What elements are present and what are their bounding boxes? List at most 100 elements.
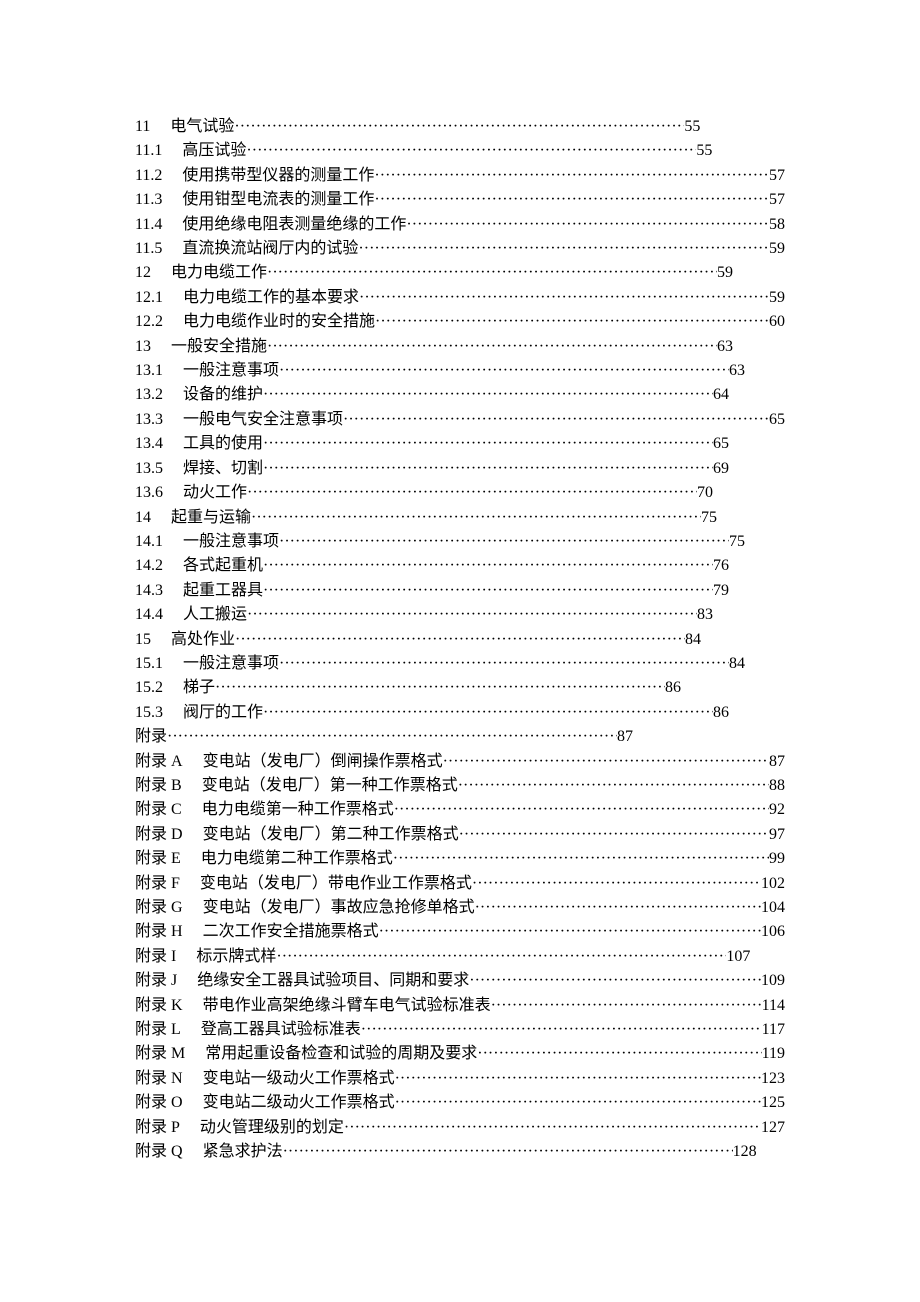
toc-leader-dots: ········································… (246, 139, 696, 163)
toc-entry: 12.1电力电缆工作的基本要求·························… (135, 286, 785, 310)
toc-entry-number: 13.6 (135, 481, 163, 505)
toc-entry-page: 114 (762, 994, 785, 1018)
toc-entry-title: 常用起重设备检查和试验的周期及要求 (205, 1042, 477, 1066)
toc-entry: 15.1一般注意事项······························… (135, 652, 785, 676)
toc-leader-dots: ········································… (283, 1140, 733, 1164)
toc-entry-title: 直流换流站阀厅内的试验 (182, 237, 358, 261)
toc-entry-number: 15.2 (135, 676, 163, 700)
toc-entry-page: 107 (726, 945, 750, 969)
toc-entry-number: 14.1 (135, 530, 163, 554)
toc-leader-dots: ········································… (469, 969, 761, 993)
toc-entry-title: 阀厅的工作 (183, 701, 263, 725)
toc-entry-page: 59 (769, 237, 785, 261)
toc-page: 11电气试验··································… (0, 0, 920, 1224)
toc-entry: 附录······································… (135, 725, 785, 749)
toc-entry-number: 附录 M (135, 1042, 185, 1066)
toc-entry-number: 附录 L (135, 1018, 181, 1042)
toc-entry-page: 128 (733, 1140, 757, 1164)
toc-leader-dots: ········································… (394, 798, 769, 822)
toc-entry: 13.6动火工作································… (135, 481, 785, 505)
toc-leader-dots: ········································… (235, 628, 685, 652)
toc-entry-title: 工具的使用 (183, 432, 263, 456)
toc-entry-number: 15 (135, 628, 151, 652)
toc-entry-title: 电力电缆作业时的安全措施 (183, 310, 375, 334)
toc-leader-dots: ········································… (279, 359, 729, 383)
toc-entry-number: 11 (135, 115, 150, 139)
toc-entry-page: 119 (762, 1042, 785, 1066)
toc-entry-page: 84 (729, 652, 745, 676)
toc-leader-dots: ········································… (263, 383, 713, 407)
toc-entry-page: 58 (769, 213, 785, 237)
toc-leader-dots: ········································… (358, 237, 769, 261)
toc-entry-page: 64 (713, 383, 729, 407)
toc-entry: 附录 B变电站（发电厂）第一种工作票格式····················… (135, 774, 785, 798)
toc-entry-number: 14 (135, 506, 151, 530)
toc-entry-title: 电力电缆第二种工作票格式 (201, 847, 393, 871)
toc-entry-number: 附录 (135, 725, 167, 749)
toc-entry-number: 13.2 (135, 383, 163, 407)
toc-leader-dots: ········································… (374, 164, 769, 188)
toc-entry-page: 63 (717, 335, 733, 359)
toc-leader-dots: ········································… (276, 945, 726, 969)
toc-entry: 附录 I标示牌式样·······························… (135, 945, 785, 969)
toc-entry-title: 高压试验 (182, 139, 246, 163)
toc-leader-dots: ········································… (247, 481, 697, 505)
toc-entry-number: 附录 N (135, 1067, 183, 1091)
toc-entry-page: 106 (761, 920, 785, 944)
toc-entry-page: 84 (685, 628, 701, 652)
toc-entry-number: 附录 D (135, 823, 183, 847)
toc-entry-number: 12.1 (135, 286, 163, 310)
toc-entry: 12.2电力电缆作业时的安全措施························… (135, 310, 785, 334)
toc-entry-page: 57 (769, 188, 785, 212)
toc-leader-dots: ········································… (279, 530, 729, 554)
toc-entry: 11.2使用携带型仪器的测量工作························… (135, 164, 785, 188)
toc-entry-number: 15.3 (135, 701, 163, 725)
toc-entry: 11.5直流换流站阀厅内的试验·························… (135, 237, 785, 261)
toc-leader-dots: ········································… (215, 676, 665, 700)
toc-entry-title: 变电站一级动火工作票格式 (203, 1067, 395, 1091)
toc-entry-title: 人工搬运 (183, 603, 247, 627)
toc-entry-title: 电力电缆工作的基本要求 (183, 286, 359, 310)
toc-entry-number: 13.4 (135, 432, 163, 456)
toc-leader-dots: ········································… (279, 652, 729, 676)
toc-entry-page: 123 (761, 1067, 785, 1091)
toc-entry: 附录 O变电站二级动火工作票格式························… (135, 1091, 785, 1115)
toc-entry-page: 79 (713, 579, 729, 603)
toc-entry-title: 电力电缆第一种工作票格式 (202, 798, 394, 822)
toc-entry: 13.1一般注意事项······························… (135, 359, 785, 383)
toc-entry-title: 电力电缆工作 (171, 261, 267, 285)
toc-leader-dots: ········································… (251, 506, 701, 530)
toc-entry-page: 125 (761, 1091, 785, 1115)
toc-leader-dots: ········································… (475, 896, 761, 920)
toc-entry-title: 绝缘安全工器具试验项目、同期和要求 (197, 969, 469, 993)
toc-entry-title: 登高工器具试验标准表 (201, 1018, 361, 1042)
toc-entry-title: 使用钳型电流表的测量工作 (182, 188, 374, 212)
toc-entry: 11.4使用绝缘电阻表测量绝缘的工作······················… (135, 213, 785, 237)
toc-entry-title: 起重工器具 (183, 579, 263, 603)
toc-entry-number: 附录 J (135, 969, 177, 993)
toc-entry-title: 变电站（发电厂）带电作业工作票格式 (200, 872, 472, 896)
toc-leader-dots: ········································… (263, 701, 713, 725)
toc-leader-dots: ········································… (343, 408, 769, 432)
toc-entry-number: 13.5 (135, 457, 163, 481)
toc-entry-title: 一般注意事项 (183, 530, 279, 554)
toc-entry-number: 12.2 (135, 310, 163, 334)
toc-entry: 13.5焊接、切割·······························… (135, 457, 785, 481)
toc-entry-page: 55 (684, 115, 700, 139)
toc-entry-number: 附录 I (135, 945, 176, 969)
toc-leader-dots: ········································… (267, 335, 717, 359)
toc-entry: 附录 F变电站（发电厂）带电作业工作票格式···················… (135, 872, 785, 896)
toc-entry-number: 附录 P (135, 1116, 180, 1140)
toc-leader-dots: ········································… (443, 750, 769, 774)
toc-entry-title: 变电站二级动火工作票格式 (203, 1091, 395, 1115)
toc-entry-number: 15.1 (135, 652, 163, 676)
toc-entry-number: 11.3 (135, 188, 162, 212)
toc-entry-title: 设备的维护 (183, 383, 263, 407)
toc-entry-title: 紧急求护法 (203, 1140, 283, 1164)
toc-entry-title: 变电站（发电厂）事故应急抢修单格式 (203, 896, 475, 920)
toc-leader-dots: ········································… (393, 847, 769, 871)
toc-entry: 附录 M常用起重设备检查和试验的周期及要求···················… (135, 1042, 785, 1066)
toc-entry-number: 附录 C (135, 798, 182, 822)
toc-entry-number: 附录 F (135, 872, 180, 896)
toc-entry: 13.4工具的使用·······························… (135, 432, 785, 456)
